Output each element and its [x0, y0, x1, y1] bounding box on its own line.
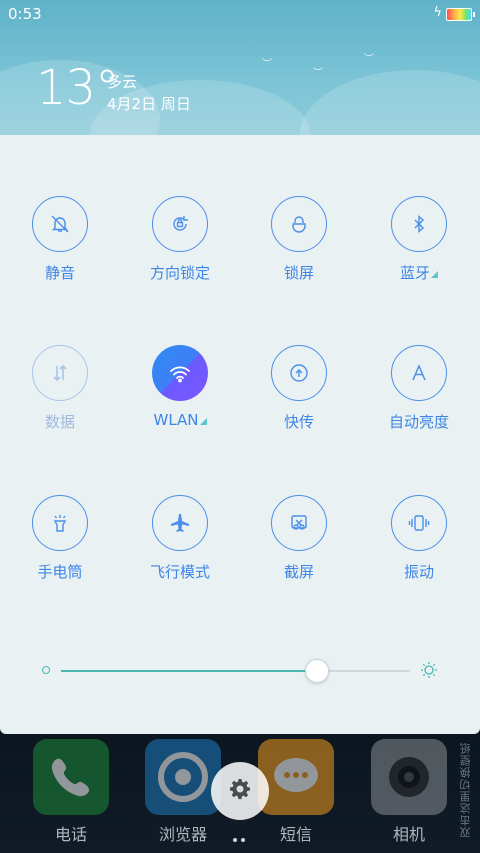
- weather-header: ︶ ︶ ︶ 0:53 ϟ 13° 多云 4月2日 周日: [0, 0, 480, 135]
- brightness-low-icon: [42, 666, 50, 674]
- date: 4月2日 周日: [107, 95, 191, 113]
- page-indicator: [233, 827, 249, 846]
- brightness-slider-fill: [61, 670, 316, 672]
- screenshot-icon: [271, 495, 327, 551]
- expand-indicator-icon: [199, 418, 207, 425]
- dock-label-browser: 浏览器: [158, 825, 207, 844]
- wifi-icon: [152, 345, 208, 401]
- tile-label: 飞行模式: [149, 563, 210, 581]
- tile-label: 数据: [44, 413, 75, 431]
- expand-indicator-icon: [431, 271, 438, 278]
- camera-app-icon[interactable]: [371, 739, 447, 815]
- status-time: 0:53: [8, 5, 42, 23]
- tile-wlan[interactable]: WLAN: [120, 345, 240, 429]
- dock-label-message: 短信: [279, 825, 312, 844]
- tile-airplane[interactable]: 飞行模式: [120, 495, 240, 582]
- weather-condition: 多云: [107, 73, 138, 91]
- phone-app-icon[interactable]: [33, 739, 109, 815]
- wallpaper-switch-hint[interactable]: 双击这里切换壁纸: [458, 738, 474, 838]
- tile-label: WLAN: [120, 411, 240, 429]
- rotation-lock-icon: [152, 196, 208, 252]
- tile-quick-transfer[interactable]: 快传: [239, 345, 359, 432]
- tile-label: 自动亮度: [388, 413, 449, 431]
- tile-label: 方向锁定: [149, 264, 210, 282]
- dock-label-camera: 相机: [392, 825, 425, 844]
- data-icon: [32, 345, 88, 401]
- vibrate-icon: [391, 495, 447, 551]
- tile-label: 静音: [44, 264, 75, 282]
- tile-label: 截屏: [283, 563, 314, 581]
- bird-decoration-icon: ︶: [364, 54, 374, 65]
- quick-transfer-icon: [271, 345, 327, 401]
- tile-flashlight[interactable]: 手电筒: [0, 495, 120, 582]
- tile-auto-brightness[interactable]: 自动亮度: [359, 345, 479, 432]
- battery-icon: [446, 8, 475, 21]
- tile-label: 锁屏: [283, 264, 314, 282]
- gear-icon: [228, 777, 252, 805]
- tile-label: 快传: [283, 413, 314, 431]
- bird-decoration-icon: ︶: [313, 68, 323, 79]
- tile-label: 蓝牙: [359, 262, 479, 283]
- tile-label: 手电筒: [37, 563, 83, 581]
- tile-data[interactable]: 数据: [0, 345, 120, 432]
- tile-screenshot[interactable]: 截屏: [239, 495, 359, 582]
- airplane-icon: [152, 495, 208, 551]
- flashlight-icon: [32, 495, 88, 551]
- message-app-icon[interactable]: [258, 739, 334, 815]
- brightness-slider-knob[interactable]: [304, 659, 329, 683]
- brightness-high-icon: [420, 661, 438, 683]
- settings-button[interactable]: [211, 762, 269, 820]
- bluetooth-icon: [391, 196, 447, 252]
- tile-label: 振动: [403, 563, 434, 581]
- tile-rotation-lock[interactable]: 方向锁定: [120, 196, 240, 283]
- auto-brightness-icon: [391, 345, 447, 401]
- browser-app-icon[interactable]: [145, 739, 221, 815]
- tile-silent[interactable]: 静音: [0, 196, 120, 283]
- lock-icon: [271, 196, 327, 252]
- quick-settings-panel: 静音 方向锁定 锁屏 蓝牙 数据 WLAN 快传 自动亮度 手电筒 飞行模式 截…: [0, 135, 480, 734]
- bird-decoration-icon: ︶: [262, 59, 272, 70]
- dock-label-phone: 电话: [54, 825, 87, 844]
- temperature[interactable]: 13°: [36, 60, 119, 116]
- silent-bell-icon: [32, 196, 88, 252]
- charging-icon: ϟ: [433, 5, 442, 20]
- tile-lock-screen[interactable]: 锁屏: [239, 196, 359, 283]
- tile-vibrate[interactable]: 振动: [359, 495, 479, 582]
- tile-bluetooth[interactable]: 蓝牙: [359, 196, 479, 283]
